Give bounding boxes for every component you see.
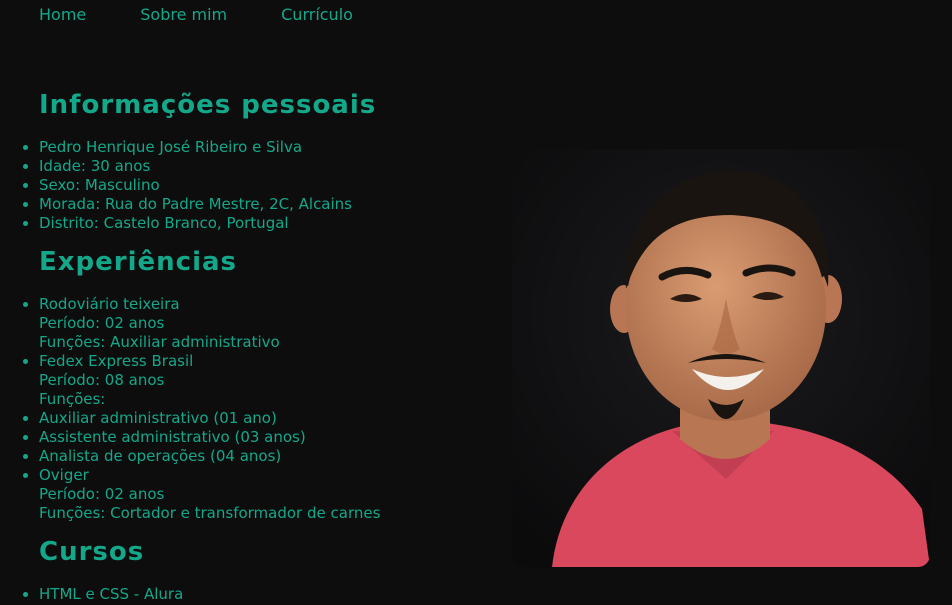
company-name: Rodoviário teixeira: [39, 295, 180, 313]
list-item: Fedex Express Brasil Período: 08 anos Fu…: [39, 352, 380, 409]
period-text: Período: 02 anos: [39, 314, 165, 332]
company-name: Oviger: [39, 466, 89, 484]
period-text: Período: 02 anos: [39, 485, 165, 503]
experience-heading: Experiências: [39, 247, 237, 277]
top-nav: Home Sobre mim Currículo: [39, 5, 353, 25]
nav-link-curriculo[interactable]: Currículo: [281, 5, 353, 25]
nav-link-sobre-mim[interactable]: Sobre mim: [140, 5, 227, 25]
list-item: Idade: 30 anos: [39, 157, 352, 176]
list-item: HTML e CSS - Alura: [39, 585, 183, 604]
list-item: Pedro Henrique José Ribeiro e Silva: [39, 138, 352, 157]
list-item: Morada: Rua do Padre Mestre, 2C, Alcains: [39, 195, 352, 214]
courses-list: HTML e CSS - Alura: [0, 585, 183, 604]
profile-photo: [512, 149, 930, 567]
profile-photo-icon: [512, 149, 930, 567]
list-item: Distrito: Castelo Branco, Portugal: [39, 214, 352, 233]
list-item: Oviger Período: 02 anos Funções: Cortado…: [39, 466, 380, 523]
list-item: Assistente administrativo (03 anos): [39, 428, 380, 447]
functions-text: Funções:: [39, 390, 106, 408]
list-item: Rodoviário teixeira Período: 02 anos Fun…: [39, 295, 380, 352]
list-item: Auxiliar administrativo (01 ano): [39, 409, 380, 428]
courses-heading: Cursos: [39, 537, 145, 567]
personal-info-list: Pedro Henrique José Ribeiro e Silva Idad…: [0, 138, 352, 233]
experience-list: Rodoviário teixeira Período: 02 anos Fun…: [0, 295, 380, 523]
company-name: Fedex Express Brasil: [39, 352, 194, 370]
functions-text: Funções: Auxiliar administrativo: [39, 333, 280, 351]
functions-text: Funções: Cortador e transformador de car…: [39, 504, 381, 522]
list-item: Analista de operações (04 anos): [39, 447, 380, 466]
nav-link-home[interactable]: Home: [39, 5, 86, 25]
personal-info-heading: Informações pessoais: [39, 90, 377, 120]
period-text: Período: 08 anos: [39, 371, 165, 389]
list-item: Sexo: Masculino: [39, 176, 352, 195]
